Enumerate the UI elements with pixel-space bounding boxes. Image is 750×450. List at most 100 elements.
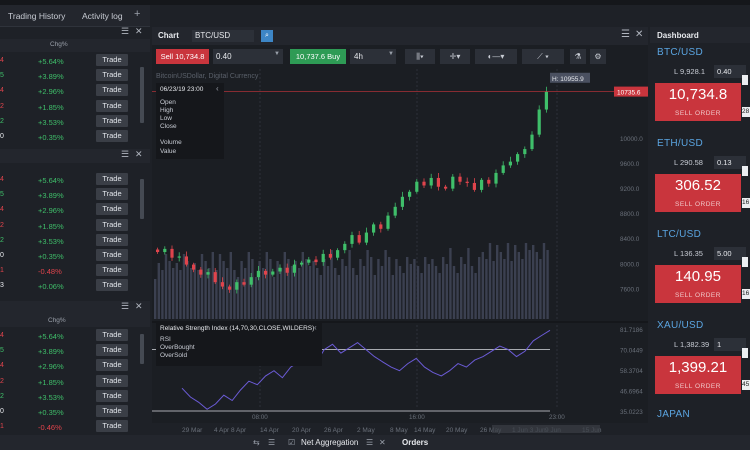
scrollbar[interactable] [140,179,144,219]
scrollbar[interactable] [140,334,144,364]
trade-button[interactable]: Trade [96,218,128,231]
volume-bar [186,261,189,319]
menu-icon[interactable]: ☰ [366,438,373,447]
chart-type-icon[interactable]: ⫼▾ [405,49,435,64]
candle-body [321,253,325,263]
market-change: +1.85% [38,102,64,112]
draw-line-icon[interactable]: ⟋ ▾ [522,49,564,64]
buy-side-value[interactable]: 16 [742,289,750,299]
chart-title: Chart [158,31,179,40]
sell-order-button[interactable]: 10,734.8 SELL ORDER [655,83,741,121]
trade-button[interactable]: Trade [96,69,128,82]
collapse-icon[interactable]: ‹ [216,84,219,93]
trade-button[interactable]: Trade [96,389,128,402]
sell-button[interactable]: Sell 10,734.8 [156,49,209,64]
market-change: -0.46% [38,423,62,433]
volume-bar [330,250,333,319]
buy-side-value[interactable]: 16 [742,198,750,208]
trade-button[interactable]: Trade [96,233,128,246]
buy-side-value[interactable]: 28 [742,107,750,117]
menu-icon[interactable]: ☰ [121,149,129,160]
layout-icon[interactable]: ⇆ [253,438,260,447]
price-tick-label: 8800.0 [620,211,640,218]
trade-button[interactable]: Trade [96,279,128,292]
rsi-tick-label: 35.0223 [620,409,643,416]
market-row: 3 +0.06% Trade [0,278,150,293]
market-value: 5 [0,347,4,355]
trade-button[interactable]: Trade [96,99,128,112]
sell-order-button[interactable]: 306.52 SELL ORDER [655,174,741,212]
candle-body [170,248,174,258]
candle-body [530,134,534,150]
crosshair-icon[interactable]: ✛▾ [440,49,470,64]
volume-bar [190,268,193,319]
trade-button[interactable]: Trade [96,264,128,277]
market-row: 2 +1.85% Trade [0,99,150,114]
trade-button[interactable]: Trade [96,84,128,97]
candle-body [336,250,340,258]
sell-order-button[interactable]: 1,399.21 SELL ORDER [655,356,741,394]
trade-button[interactable]: Trade [96,374,128,387]
collapse-icon[interactable]: ‹ [314,323,317,332]
volume-bar [416,266,420,319]
volume-bar [467,248,470,319]
menu-icon[interactable]: ☰ [621,29,630,40]
menu-icon[interactable]: ☰ [268,438,275,447]
trade-button[interactable]: Trade [96,188,128,201]
indicator-icon[interactable]: ◐—▾ [475,49,517,64]
dashboard-low-row: L 9,928.1 0.40 [650,65,750,78]
buy-side-value[interactable]: 45 [742,380,750,390]
close-icon[interactable]: ✕ [135,301,143,312]
sell-order-button[interactable]: 140.95 SELL ORDER [655,265,741,303]
menu-icon[interactable]: ☰ [121,26,129,37]
candle-body [163,248,167,253]
dashboard-symbol[interactable]: XAU/USD [657,320,704,331]
trade-button[interactable]: Trade [96,54,128,66]
price-chart[interactable]: BitcoinUSDollar, Digital Currency 10735.… [152,69,648,435]
dashboard-symbol[interactable]: JAPAN [657,409,690,420]
gear-icon[interactable]: ⚙ [590,49,606,64]
trade-button[interactable]: Trade [96,173,128,185]
dashboard-symbol[interactable]: ETH/USD [657,138,703,149]
trade-button[interactable]: Trade [96,344,128,357]
candle-body [379,224,383,229]
market-value: 1 [0,267,4,275]
dashboard-symbol[interactable]: BTC/USD [657,47,703,58]
close-icon[interactable]: ✕ [135,149,143,160]
date-tick-label: 20 Apr [292,427,312,434]
dashboard-title: Dashboard [657,31,699,40]
symbol-input[interactable]: BTC/USD [192,30,254,42]
volume-bar [427,264,430,319]
trade-button[interactable]: Trade [96,420,128,433]
dashboard-symbol[interactable]: LTC/USD [657,229,701,240]
menu-icon[interactable]: ☰ [121,301,129,312]
tab-activity-log[interactable]: Activity log [82,11,123,21]
flask-icon[interactable]: ⚗ [570,49,586,64]
close-icon[interactable]: ✕ [135,26,143,37]
symbol-search-icon[interactable]: ⌕ [261,30,273,42]
market-change: +0.06% [38,282,64,292]
tab-net-aggregation[interactable]: Net Aggregation [301,438,358,447]
volume-bar [164,254,168,319]
price-tick-label: 9200.0 [620,186,640,193]
market-row: 1 -0.46% Trade [0,419,150,434]
market-row: 0 +0.35% Trade [0,129,150,144]
trade-button[interactable]: Trade [96,359,128,372]
scrollbar[interactable] [140,67,144,123]
close-icon[interactable]: ✕ [635,29,643,40]
trade-button[interactable]: Trade [96,329,128,341]
add-tab-icon[interactable]: + [134,8,140,20]
trade-button[interactable]: Trade [96,130,128,142]
trade-button[interactable]: Trade [96,114,128,127]
trade-button[interactable]: Trade [96,405,128,417]
date-tick-label: 14 Apr [260,427,280,434]
tab-orders[interactable]: Orders [402,438,428,447]
trade-button[interactable]: Trade [96,203,128,216]
quantity-select[interactable]: 0.40 [213,49,283,64]
market-change: +1.85% [38,377,64,387]
checkbox-icon[interactable]: ☑ [288,438,295,447]
tab-trading-history[interactable]: Trading History [8,11,65,21]
close-icon[interactable]: ✕ [379,438,386,447]
buy-button[interactable]: 10,737.6 Buy [290,49,346,64]
trade-button[interactable]: Trade [96,249,128,261]
